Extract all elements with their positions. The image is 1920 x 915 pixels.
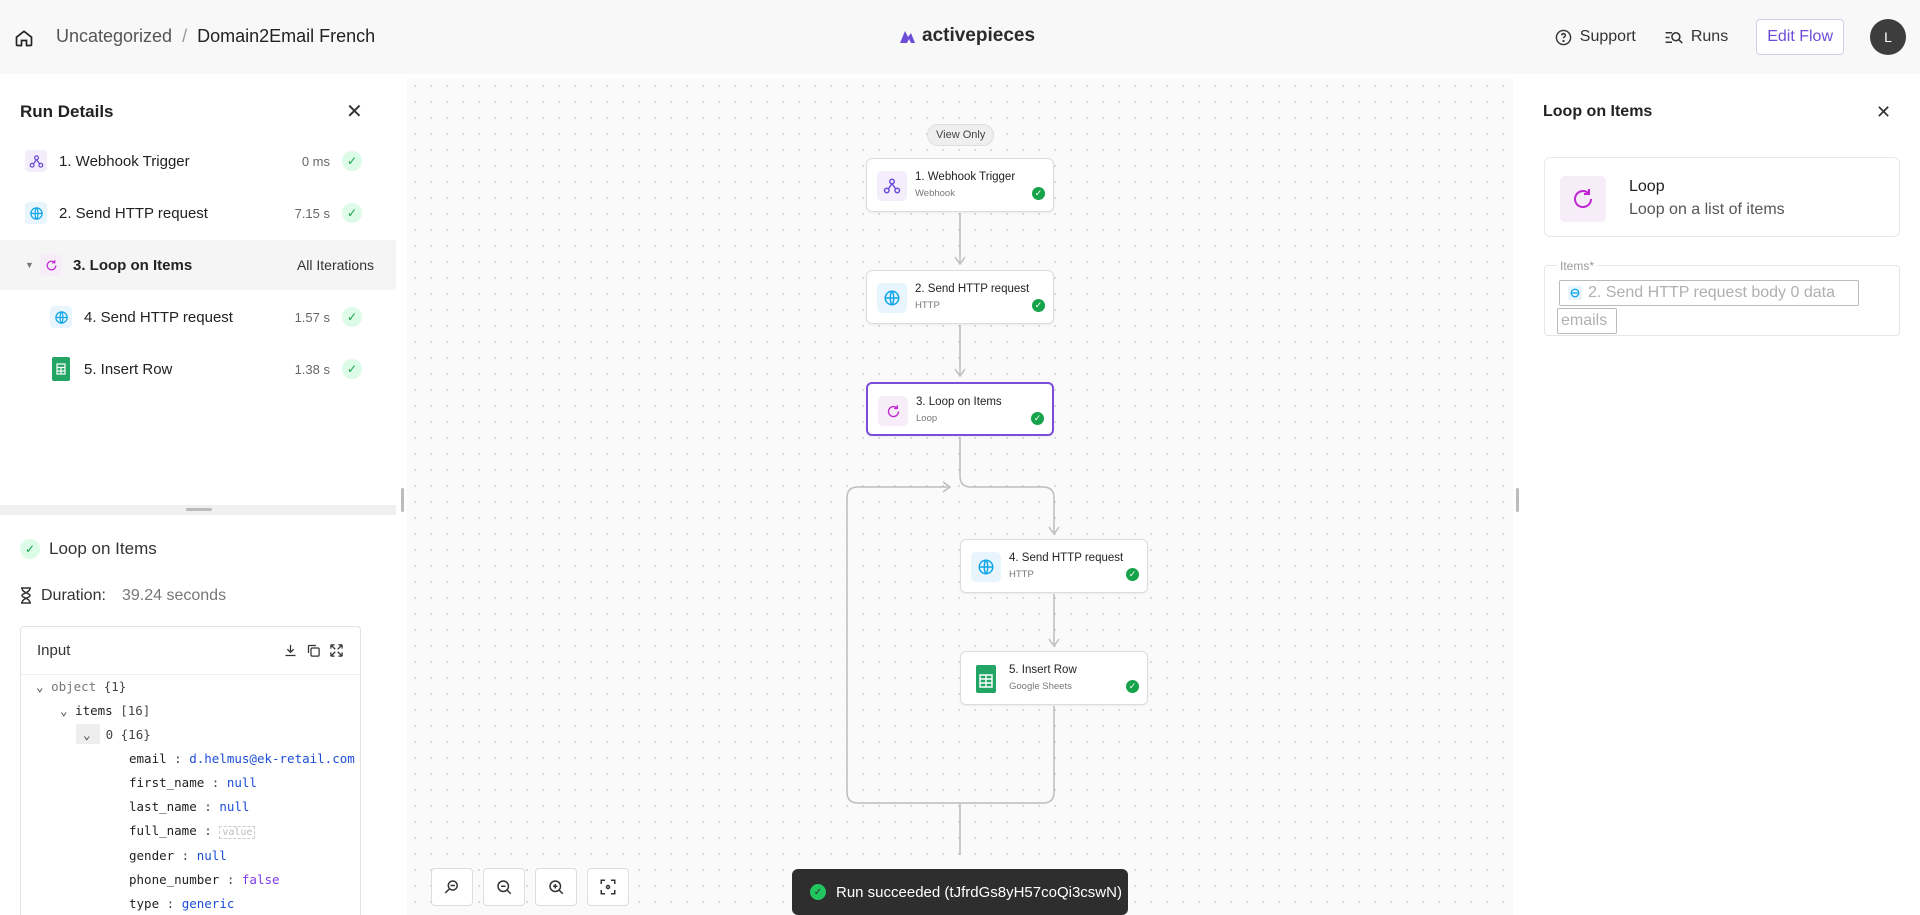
fit-view-icon	[600, 879, 616, 895]
toast-message: Run succeeded (tJfrdGs8yH57coQi3cswN)	[836, 883, 1122, 901]
flow-node-send-http-request[interactable]: 2. Send HTTP request HTTP ✓	[866, 270, 1054, 324]
globe-icon	[877, 283, 907, 313]
webhook-icon	[877, 171, 907, 201]
success-check-icon: ✓	[1126, 568, 1139, 581]
view-only-badge: View Only	[927, 124, 995, 146]
step-settings-title: Loop on Items	[1543, 103, 1653, 120]
loop-icon	[878, 396, 908, 426]
node-subtitle: Google Sheets	[1009, 681, 1072, 692]
items-variable-chip[interactable]: 2. Send HTTP request body 0 data	[1559, 280, 1859, 306]
node-subtitle: HTTP	[1009, 569, 1034, 580]
run-status-toast: ✓ Run succeeded (tJfrdGs8yH57coQi3cswN)	[792, 869, 1128, 915]
zoom-in-icon	[549, 880, 564, 895]
loop-icon	[1560, 176, 1606, 222]
zoom-out-button[interactable]	[483, 868, 525, 906]
globe-icon	[1568, 286, 1582, 300]
zoom-reset-icon	[444, 880, 458, 894]
zoom-reset-button[interactable]	[431, 868, 473, 906]
node-title: 2. Send HTTP request	[915, 283, 1030, 295]
globe-icon	[971, 552, 1001, 582]
flow-node-send-http-request-inner[interactable]: 4. Send HTTP request HTTP ✓	[960, 539, 1148, 593]
node-title: 4. Send HTTP request	[1009, 552, 1124, 564]
success-check-icon: ✓	[810, 884, 826, 900]
node-title: 1. Webhook Trigger	[915, 171, 1016, 183]
fit-view-button[interactable]	[587, 868, 629, 906]
node-subtitle: HTTP	[915, 300, 940, 311]
node-title: 3. Loop on Items	[916, 396, 1002, 408]
success-check-icon: ✓	[1126, 680, 1139, 693]
items-chip-text: 2. Send HTTP request body 0 data	[1588, 284, 1835, 301]
google-sheets-icon	[971, 664, 1001, 694]
flow-node-webhook-trigger[interactable]: 1. Webhook Trigger Webhook ✓	[866, 158, 1054, 212]
flow-node-insert-row[interactable]: 5. Insert Row Google Sheets ✓	[960, 651, 1148, 705]
flow-node-loop-on-items[interactable]: 3. Loop on Items Loop ✓	[866, 382, 1054, 436]
step-settings-panel: Loop on Items ✕ Loop Loop on a list of i…	[1521, 78, 1920, 915]
node-subtitle: Webhook	[915, 188, 955, 199]
node-title: 5. Insert Row	[1009, 664, 1077, 676]
canvas-zoom-controls	[431, 868, 629, 906]
success-check-icon: ✓	[1032, 299, 1045, 312]
items-field-label: Items*	[1557, 259, 1598, 273]
success-check-icon: ✓	[1031, 412, 1044, 425]
zoom-in-button[interactable]	[535, 868, 577, 906]
items-variable-chip-continued[interactable]: emails	[1557, 308, 1617, 334]
close-step-settings-icon[interactable]: ✕	[1876, 103, 1891, 121]
piece-description: Loop on a list of items	[1629, 201, 1785, 218]
success-check-icon: ✓	[1032, 187, 1045, 200]
piece-info-card: Loop Loop on a list of items	[1544, 157, 1900, 237]
piece-name: Loop	[1629, 178, 1665, 195]
zoom-out-icon	[497, 880, 512, 895]
items-field[interactable]: Items* 2. Send HTTP request body 0 data …	[1544, 259, 1900, 336]
node-subtitle: Loop	[916, 413, 938, 424]
